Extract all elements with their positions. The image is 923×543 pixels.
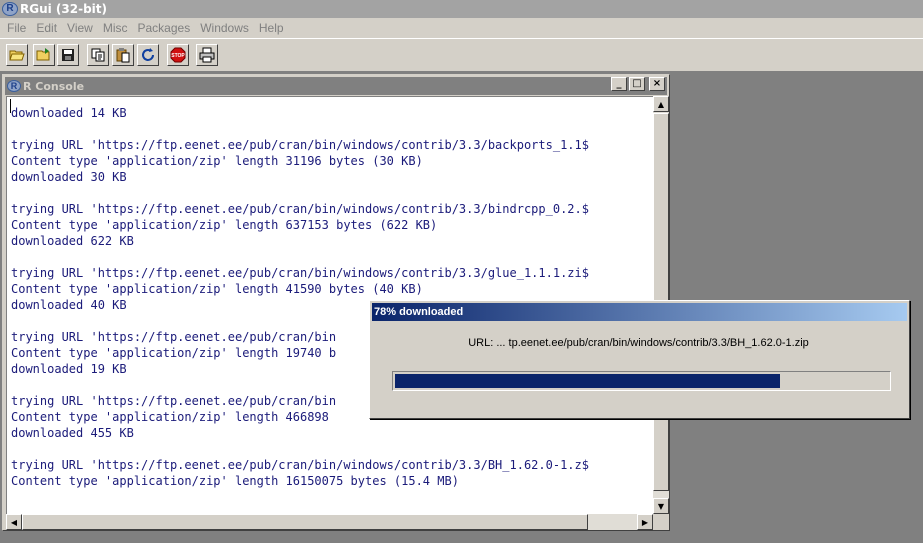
scroll-up-button[interactable]: ▲ xyxy=(653,96,669,112)
copy-icon xyxy=(91,48,105,62)
menu-edit[interactable]: Edit xyxy=(31,21,62,35)
print-icon xyxy=(199,47,215,63)
progress-bar xyxy=(392,371,891,391)
window-controls: _ □ × xyxy=(611,77,665,91)
scroll-left-button[interactable]: ◀ xyxy=(6,514,22,530)
download-url: URL: ... tp.eenet.ee/pub/cran/bin/window… xyxy=(468,337,809,349)
menubar: File Edit View Misc Packages Windows Hel… xyxy=(0,18,923,38)
r-logo-icon: R xyxy=(2,2,18,16)
menu-windows[interactable]: Windows xyxy=(195,21,254,35)
load-workspace-button[interactable] xyxy=(33,44,55,66)
menu-view[interactable]: View xyxy=(62,21,98,35)
stop-icon: STOP xyxy=(170,47,186,63)
download-progress-dialog: 78% downloaded URL: ... tp.eenet.ee/pub/… xyxy=(369,300,910,419)
r-logo-icon: R xyxy=(7,80,21,92)
size-grip[interactable] xyxy=(653,514,669,530)
scroll-right-button[interactable]: ▶ xyxy=(637,514,653,530)
refresh-icon xyxy=(142,48,154,61)
app-title-bar[interactable]: R RGui (32-bit) xyxy=(0,0,923,18)
stop-label: STOP xyxy=(171,53,185,59)
paste-button[interactable] xyxy=(112,44,134,66)
menu-misc[interactable]: Misc xyxy=(98,21,133,35)
toolbar: STOP xyxy=(0,38,923,72)
app-title: RGui (32-bit) xyxy=(20,2,108,16)
paste-icon xyxy=(116,48,130,63)
console-text: downloaded 14 KB trying URL 'https://ftp… xyxy=(11,106,589,488)
open-script-button[interactable] xyxy=(6,44,28,66)
horizontal-scrollbar[interactable]: ◀ ▶ xyxy=(6,514,653,530)
progress-bar-fill xyxy=(395,374,780,388)
copy-button[interactable] xyxy=(87,44,109,66)
save-button[interactable] xyxy=(57,44,79,66)
scroll-down-button[interactable]: ▼ xyxy=(653,498,669,514)
menu-file[interactable]: File xyxy=(2,21,31,35)
horizontal-scroll-thumb[interactable] xyxy=(22,514,588,530)
print-button[interactable] xyxy=(196,44,218,66)
load-workspace-icon xyxy=(36,48,50,61)
console-title: R Console xyxy=(23,79,85,93)
maximize-button[interactable]: □ xyxy=(629,77,645,91)
open-icon xyxy=(9,50,25,61)
console-title-bar[interactable]: R R Console xyxy=(5,77,667,95)
menu-help[interactable]: Help xyxy=(254,21,289,35)
refresh-button[interactable] xyxy=(137,44,159,66)
stop-button[interactable]: STOP xyxy=(167,44,189,66)
minimize-button[interactable]: _ xyxy=(611,77,627,91)
save-icon xyxy=(62,49,74,61)
text-cursor xyxy=(10,99,11,113)
dialog-title[interactable]: 78% downloaded xyxy=(372,303,907,321)
close-button[interactable]: × xyxy=(649,77,665,91)
menu-packages[interactable]: Packages xyxy=(133,21,196,35)
